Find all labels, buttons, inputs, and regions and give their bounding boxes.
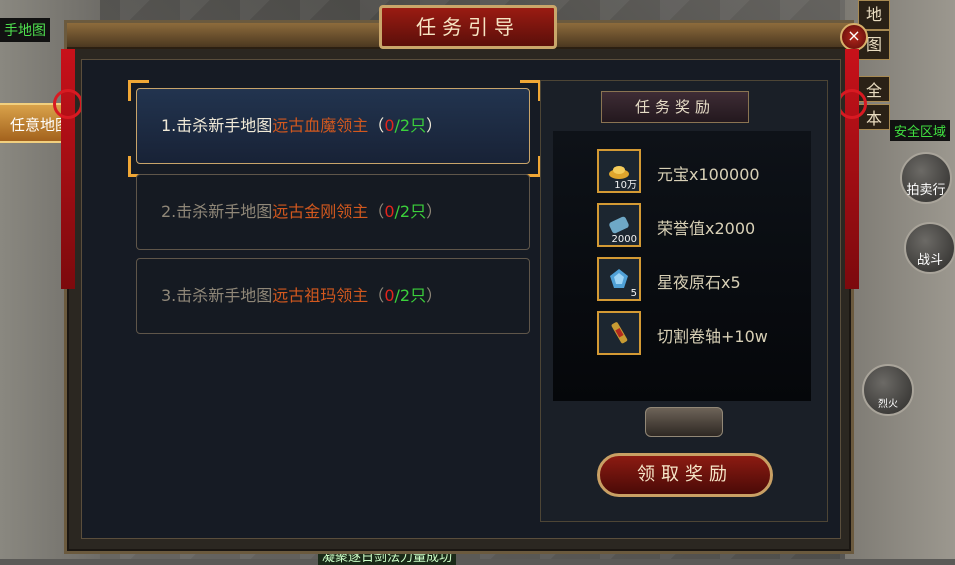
quest-target: 远古金刚领主 [272, 202, 369, 221]
quest-prefix: 3.击杀新手地图 [161, 286, 273, 305]
reward-name: 星夜原石x5 [657, 273, 741, 292]
reward-name: 荣誉值x2000 [657, 219, 756, 238]
battle-label: 战斗 [916, 253, 943, 268]
quest-prefix: 1.击杀新手地图 [161, 116, 273, 135]
reward-count: 2000 [611, 234, 637, 245]
reward-name: 切割卷轴+10w [657, 327, 768, 346]
quest-open-paren: （ [368, 286, 385, 305]
reward-name: 元宝x100000 [657, 165, 760, 184]
fire-skill-label: 烈火 [878, 399, 898, 410]
battle-button[interactable]: 战斗 [904, 222, 955, 274]
star-stone-icon [610, 269, 628, 288]
quest-progress-current: 0 [384, 116, 395, 135]
quest-item-3[interactable]: 3.击杀新手地图远古祖玛领主（0/2只） [136, 258, 530, 334]
cutting-scroll-icon [611, 322, 628, 344]
selection-bracket-top-left [128, 80, 149, 101]
reward-count: 10万 [614, 180, 637, 191]
quest-item-1[interactable]: 1.击杀新手地图远古血魔领主（0/2只） [136, 88, 530, 164]
quest-target: 远古祖玛领主 [272, 286, 369, 305]
dialog-content: 1.击杀新手地图远古血魔领主（0/2只） 2.击杀新手地图远古金刚领主（0/2只… [81, 59, 841, 539]
claim-reward-button[interactable]: 领取奖励 [597, 453, 773, 497]
quest-close-paren: ） [426, 116, 443, 135]
auction-button[interactable]: 拍卖行 [900, 152, 952, 204]
reward-header: 任务奖励 [601, 91, 749, 123]
auction-label: 拍卖行 [906, 183, 946, 198]
quest-progress-current: 0 [384, 286, 395, 305]
quest-progress-total: /2只 [394, 286, 427, 305]
selection-bracket-top-right [520, 80, 541, 101]
quest-target: 远古血魔领主 [272, 116, 369, 135]
reward-count: 5 [630, 288, 637, 299]
map-name-label: 手地图 [0, 18, 50, 42]
quest-open-paren: （ [368, 202, 385, 221]
quest-progress-current: 0 [384, 202, 395, 221]
reward-slot-gold[interactable]: 10万 [597, 149, 641, 193]
dialog-title-plate: 任务引导 [379, 5, 557, 49]
reward-slot-cutting-scroll[interactable] [597, 311, 641, 355]
dialog-title: 任务引导 [416, 15, 520, 39]
quest-close-paren: ） [426, 202, 443, 221]
safe-zone-label: 安全区域 [890, 120, 951, 141]
quest-open-paren: （ [368, 116, 385, 135]
quest-prefix: 2.击杀新手地图 [161, 202, 273, 221]
ornament-decoration [645, 407, 723, 437]
reward-slot-honor[interactable]: 2000 [597, 203, 641, 247]
quest-close-paren: ） [426, 286, 443, 305]
quest-progress-total: /2只 [394, 202, 427, 221]
close-button[interactable]: × [840, 23, 868, 51]
quest-guide-dialog: 任务引导 × 1.击杀新手地图远古血魔领主（0/2只） 2.击杀新手地图远古金刚… [53, 5, 868, 554]
left-tassel-decoration [53, 49, 83, 289]
reward-panel: 任务奖励 10万 元宝x100000 2000 荣誉值x2000 5 星夜原石x… [540, 80, 828, 522]
right-tassel-decoration [837, 49, 867, 289]
reward-slot-star-stone[interactable]: 5 [597, 257, 641, 301]
quest-progress-total: /2只 [394, 116, 427, 135]
fire-skill-button[interactable]: 烈火 [862, 364, 914, 416]
quest-item-2[interactable]: 2.击杀新手地图远古金刚领主（0/2只） [136, 174, 530, 250]
